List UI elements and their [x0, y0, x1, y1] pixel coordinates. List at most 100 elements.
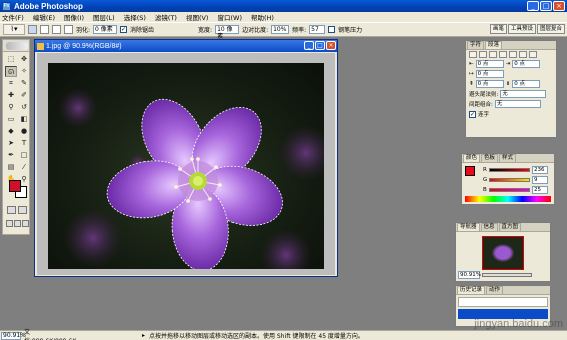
pen-tool-icon[interactable]: ✒ — [5, 150, 17, 161]
palette-well-tool-presets[interactable]: 工具预设 — [507, 24, 536, 34]
palette-well-layer-comps[interactable]: 图层复合 — [536, 24, 565, 34]
menu-edit[interactable]: 编辑(E) — [33, 12, 55, 22]
doc-close-button[interactable]: × — [326, 41, 336, 50]
tab-navigator[interactable]: 导航器 — [457, 223, 480, 231]
menu-window[interactable]: 窗口(W) — [217, 12, 242, 22]
align-left-icon[interactable] — [469, 51, 477, 58]
frequency-input[interactable]: 57 — [309, 25, 326, 34]
align-center-icon[interactable] — [479, 51, 487, 58]
image-canvas[interactable] — [48, 63, 324, 269]
screen-mode-standard-icon[interactable] — [6, 220, 13, 227]
space-before-input[interactable]: 0 点 — [475, 80, 504, 88]
menu-layer[interactable]: 图层(L) — [93, 12, 115, 22]
shape-tool-icon[interactable]: □ — [18, 150, 30, 161]
blue-input[interactable]: 25 — [532, 186, 548, 194]
doc-maximize-button[interactable]: □ — [315, 41, 325, 50]
eraser-tool-icon[interactable]: ▭ — [5, 114, 17, 125]
navigator-zoom-input[interactable]: 90.91% — [458, 271, 481, 279]
composer-select[interactable]: 无 — [494, 100, 541, 108]
subtract-selection-icon[interactable] — [52, 25, 61, 34]
brush-tool-icon[interactable]: ✐ — [18, 90, 30, 101]
space-after-input[interactable]: 0 点 — [512, 80, 541, 88]
align-right-icon[interactable] — [489, 51, 497, 58]
menu-file[interactable]: 文件(F) — [2, 12, 24, 22]
tab-info[interactable]: 信息 — [480, 223, 498, 231]
standard-mode-icon[interactable] — [7, 206, 16, 214]
menu-help[interactable]: 帮助(H) — [251, 12, 274, 22]
doc-minimize-button[interactable]: _ — [304, 41, 314, 50]
crop-tool-icon[interactable]: ⌗ — [5, 78, 17, 89]
red-input[interactable]: 236 — [532, 166, 548, 174]
tab-swatches[interactable]: 色板 — [481, 154, 499, 162]
tab-paragraph[interactable]: 段落 — [485, 41, 503, 49]
tab-color[interactable]: 颜色 — [463, 154, 481, 162]
close-button[interactable]: × — [553, 1, 565, 11]
screen-mode-full-icon[interactable] — [22, 220, 29, 227]
indent-first-input[interactable]: 0 点 — [475, 70, 504, 78]
photoshop-feather-icon[interactable] — [6, 42, 28, 50]
eyedropper-tool-icon[interactable]: ⁄ — [18, 162, 30, 173]
path-selection-tool-icon[interactable]: ➤ — [5, 138, 17, 149]
options-bar: ⌇▾ 羽化: 0 像素 ✓ 消除锯齿 宽度: 10 像素 边对比度: 10% 频… — [0, 22, 567, 40]
indent-left-input[interactable]: 0 点 — [475, 60, 504, 68]
justify-all-icon[interactable] — [529, 51, 537, 58]
contrast-input[interactable]: 10% — [271, 25, 290, 34]
move-tool-icon[interactable]: ✥ — [18, 54, 30, 65]
screen-mode-menubar-icon[interactable] — [14, 220, 21, 227]
intersect-selection-icon[interactable] — [64, 25, 73, 34]
menu-image[interactable]: 图像(I) — [64, 12, 84, 22]
type-tool-icon[interactable]: T — [18, 138, 30, 149]
clone-stamp-tool-icon[interactable]: ⚲ — [5, 102, 17, 113]
maximize-button[interactable]: □ — [540, 1, 552, 11]
tab-styles[interactable]: 样式 — [499, 154, 517, 162]
history-state-row[interactable] — [458, 297, 548, 307]
menu-select[interactable]: 选择(S) — [124, 12, 146, 22]
palette-well-brushes[interactable]: 画笔 — [489, 24, 507, 34]
status-doc-size[interactable]: 文档:999.6K/999.6K — [24, 327, 82, 340]
healing-brush-tool-icon[interactable]: ✚ — [5, 90, 17, 101]
document-title-bar[interactable]: 1.jpg @ 90.9%(RGB/8#) _ □ × — [35, 40, 337, 52]
tab-character[interactable]: 字符 — [467, 41, 485, 49]
blue-slider[interactable] — [488, 188, 530, 192]
hyphen-select[interactable]: 无 — [500, 90, 547, 98]
navigator-zoom-slider[interactable] — [482, 273, 532, 277]
navigator-thumbnail[interactable] — [482, 236, 524, 270]
red-slider[interactable] — [488, 168, 530, 172]
tab-histogram[interactable]: 直方图 — [498, 223, 522, 231]
width-input[interactable]: 10 像素 — [215, 25, 240, 40]
foreground-color-swatch[interactable] — [9, 180, 21, 192]
green-input[interactable]: 9 — [532, 176, 548, 184]
status-zoom-input[interactable]: 90.91% — [1, 331, 26, 340]
quick-mask-mode-icon[interactable] — [18, 206, 27, 214]
tab-history[interactable]: 历史记录 — [457, 286, 486, 294]
color-spectrum-bar[interactable] — [465, 196, 551, 202]
color-fg-swatch[interactable] — [465, 166, 475, 176]
antialias-checkbox[interactable]: ✓ — [120, 26, 128, 33]
justify-center-icon[interactable] — [509, 51, 517, 58]
magnetic-lasso-tool-icon[interactable]: ᘏ — [5, 66, 17, 77]
gradient-tool-icon[interactable]: ◧ — [18, 114, 30, 125]
menu-filter[interactable]: 滤镜(T) — [155, 12, 177, 22]
menu-view[interactable]: 视图(V) — [186, 12, 209, 22]
justify-left-icon[interactable] — [499, 51, 507, 58]
canvas-area[interactable] — [37, 53, 335, 275]
new-selection-icon[interactable] — [28, 25, 37, 34]
green-slider[interactable] — [489, 178, 530, 182]
add-selection-icon[interactable] — [40, 25, 49, 34]
notes-tool-icon[interactable]: ▤ — [5, 162, 17, 173]
tab-actions[interactable]: 动作 — [486, 286, 504, 294]
blur-tool-icon[interactable]: ◆ — [5, 126, 17, 137]
history-brush-tool-icon[interactable]: ↺ — [18, 102, 30, 113]
indent-right-input[interactable]: 0 点 — [512, 60, 541, 68]
marquee-tool-icon[interactable]: ⬚ — [5, 54, 17, 65]
feather-input[interactable]: 0 像素 — [93, 25, 118, 34]
magic-wand-tool-icon[interactable]: ✧ — [18, 66, 30, 77]
toolbox: ⬚ ✥ ᘏ ✧ ⌗ ✎ ✚ ✐ ⚲ ↺ ▭ ◧ ◆ ● ➤ T ✒ □ ▤ ⁄ … — [2, 39, 30, 235]
justify-right-icon[interactable] — [519, 51, 527, 58]
pen-pressure-checkbox[interactable] — [328, 26, 336, 33]
minimize-button[interactable]: _ — [527, 1, 539, 11]
dodge-tool-icon[interactable]: ● — [18, 126, 30, 137]
slice-tool-icon[interactable]: ✎ — [18, 78, 30, 89]
tool-preset-picker[interactable]: ⌇▾ — [3, 24, 25, 35]
hyphenate-checkbox[interactable]: ✓ — [469, 110, 476, 118]
